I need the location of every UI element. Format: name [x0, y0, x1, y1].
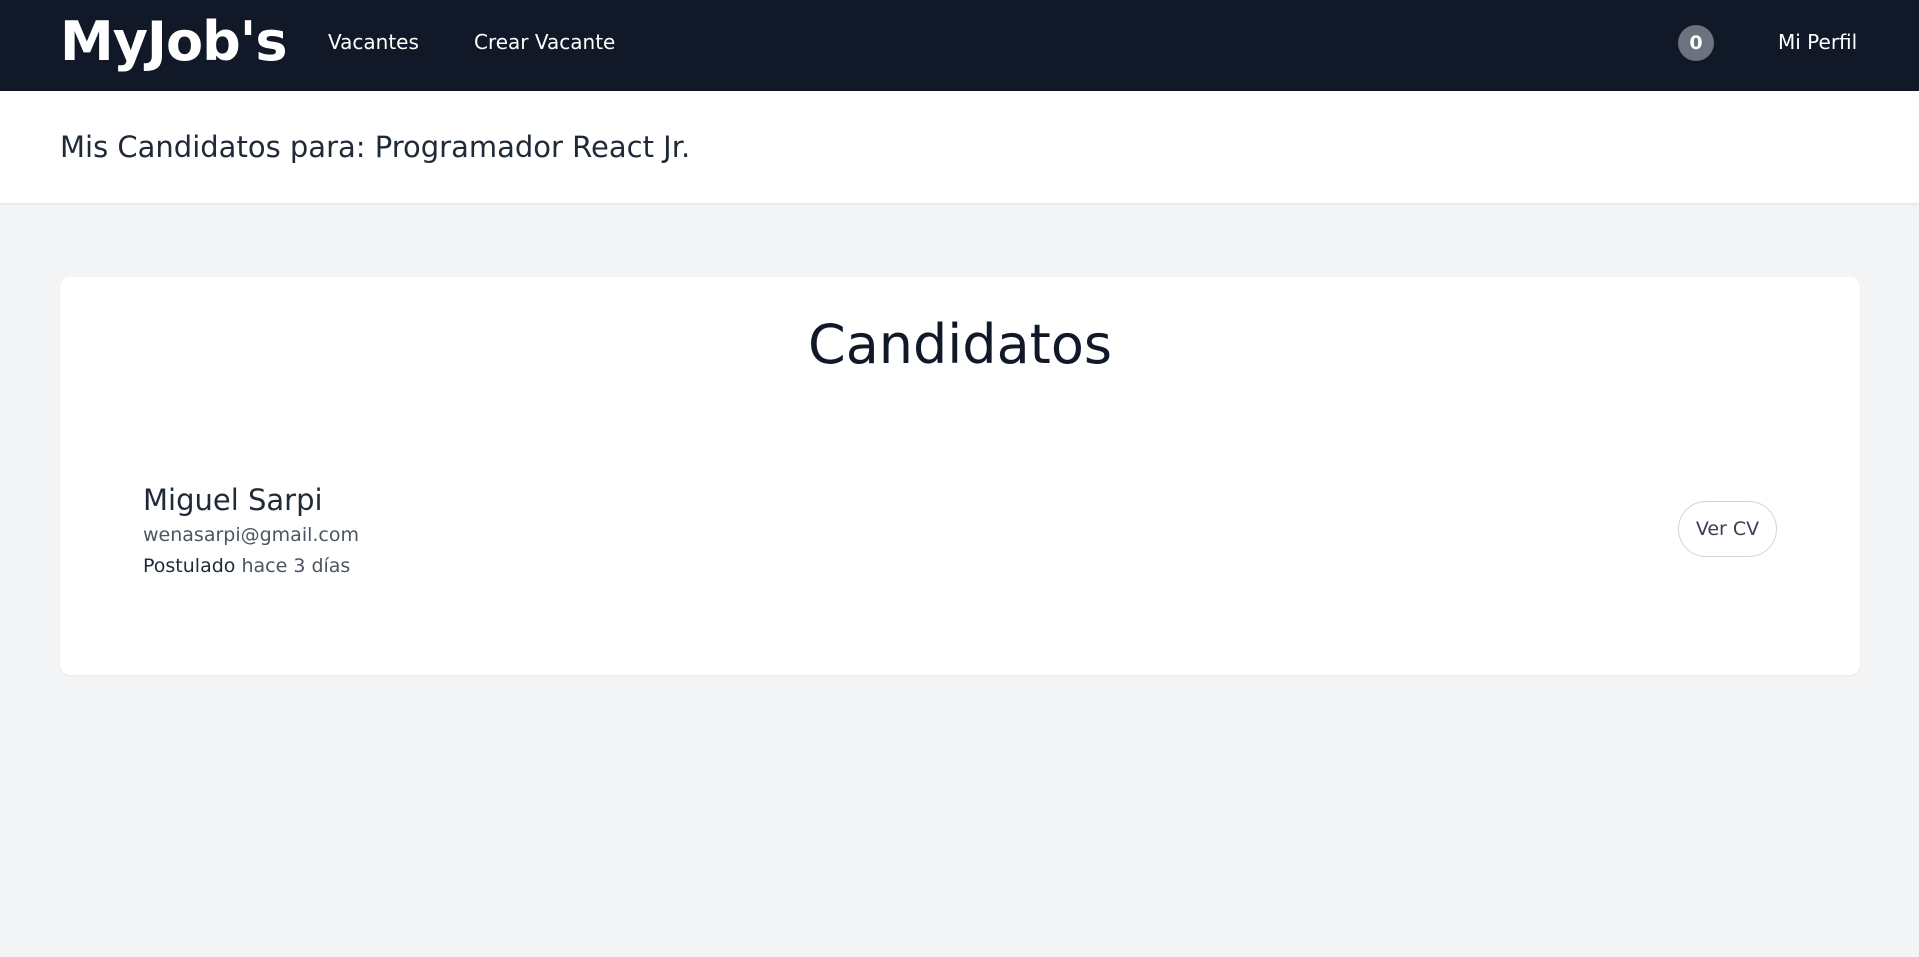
- candidate-list-item: Miguel Sarpi wenasarpi@gmail.com Postula…: [143, 482, 1777, 582]
- card-title: Candidatos: [807, 313, 1112, 376]
- view-cv-button[interactable]: Ver CV: [1678, 501, 1777, 557]
- nav-link-crear-vacante[interactable]: Crear Vacante: [474, 28, 615, 56]
- candidate-name: Miguel Sarpi: [143, 483, 323, 517]
- posted-label: Postulado: [143, 555, 236, 577]
- nav-link-mi-perfil[interactable]: Mi Perfil: [1778, 28, 1857, 56]
- nav-link-vacantes[interactable]: Vacantes: [328, 28, 419, 56]
- notifications-badge[interactable]: 0: [1678, 25, 1714, 61]
- candidate-posted-info: Postulado hace 3 días: [143, 553, 350, 579]
- brand-logo-link[interactable]: MyJob's: [60, 10, 287, 74]
- posted-time: hace 3 días: [241, 555, 351, 577]
- page-header: Mis Candidatos para: Programador React J…: [0, 91, 1919, 203]
- top-navbar: MyJob's Vacantes Crear Vacante 0 Mi Perf…: [0, 0, 1919, 91]
- page-title: Mis Candidatos para: Programador React J…: [60, 130, 691, 164]
- candidates-card: Candidatos Miguel Sarpi wenasarpi@gmail.…: [60, 277, 1860, 675]
- candidate-email: wenasarpi@gmail.com: [143, 524, 359, 546]
